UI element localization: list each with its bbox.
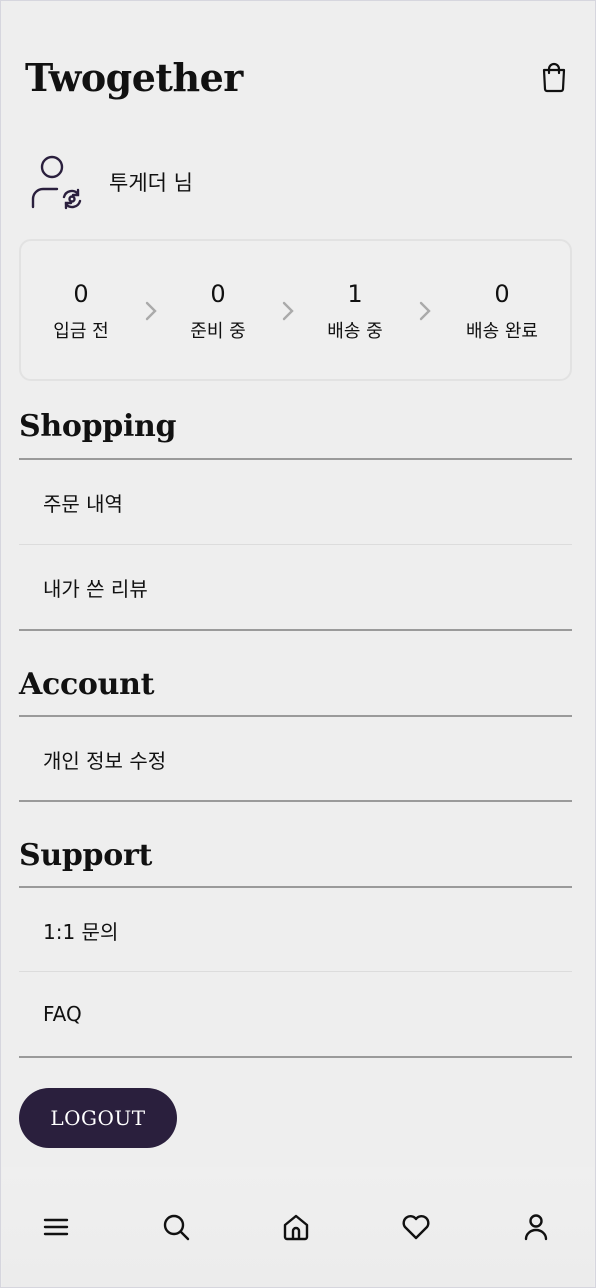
status-shipping[interactable]: 1 배송 중 xyxy=(295,277,415,343)
header: Twogether xyxy=(25,53,571,101)
menu-item-edit-profile[interactable]: 개인 정보 수정 xyxy=(19,717,572,801)
order-status-card: 0 입금 전 0 준비 중 1 배송 중 0 배송 완료 xyxy=(19,239,572,381)
status-before-payment[interactable]: 0 입금 전 xyxy=(21,277,141,343)
logout-button[interactable]: LOGOUT xyxy=(19,1088,177,1148)
chevron-right-icon xyxy=(419,301,431,321)
search-icon[interactable] xyxy=(156,1207,196,1247)
divider xyxy=(19,1056,572,1058)
bottom-nav xyxy=(2,1167,594,1287)
status-label: 배송 중 xyxy=(327,321,383,342)
status-label: 입금 전 xyxy=(53,321,109,342)
status-label: 배송 완료 xyxy=(466,321,538,342)
shopping-bag-icon[interactable] xyxy=(537,60,571,94)
user-icon[interactable] xyxy=(516,1207,556,1247)
brand-logo[interactable]: Twogether xyxy=(25,55,243,100)
status-delivered[interactable]: 0 배송 완료 xyxy=(442,277,562,343)
menu-item-faq[interactable]: FAQ xyxy=(19,972,572,1056)
divider xyxy=(19,629,572,631)
chevron-right-icon xyxy=(145,301,157,321)
menu-item-inquiry[interactable]: 1:1 문의 xyxy=(19,888,572,972)
profile-row: 투게더 님 xyxy=(27,151,193,213)
section-title-account: Account xyxy=(19,667,155,702)
app-frame: Twogether 투게더 님 0 입금 전 0 준비 중 1 배송 중 0 배… xyxy=(0,0,596,1288)
status-count: 1 xyxy=(347,280,363,308)
chevron-right-icon xyxy=(282,301,294,321)
home-icon[interactable] xyxy=(276,1207,316,1247)
user-name: 투게더 님 xyxy=(109,171,193,195)
status-count: 0 xyxy=(210,280,226,308)
menu-icon[interactable] xyxy=(36,1207,76,1247)
section-title-shopping: Shopping xyxy=(19,409,177,444)
menu-item-order-history[interactable]: 주문 내역 xyxy=(19,460,572,544)
user-switch-icon xyxy=(27,151,85,213)
menu-item-my-reviews[interactable]: 내가 쓴 리뷰 xyxy=(19,545,572,629)
status-count: 0 xyxy=(73,280,89,308)
heart-icon[interactable] xyxy=(396,1207,436,1247)
status-count: 0 xyxy=(494,280,510,308)
divider xyxy=(19,800,572,802)
status-label: 준비 중 xyxy=(190,321,246,342)
status-preparing[interactable]: 0 준비 중 xyxy=(158,277,278,343)
section-title-support: Support xyxy=(19,838,153,873)
